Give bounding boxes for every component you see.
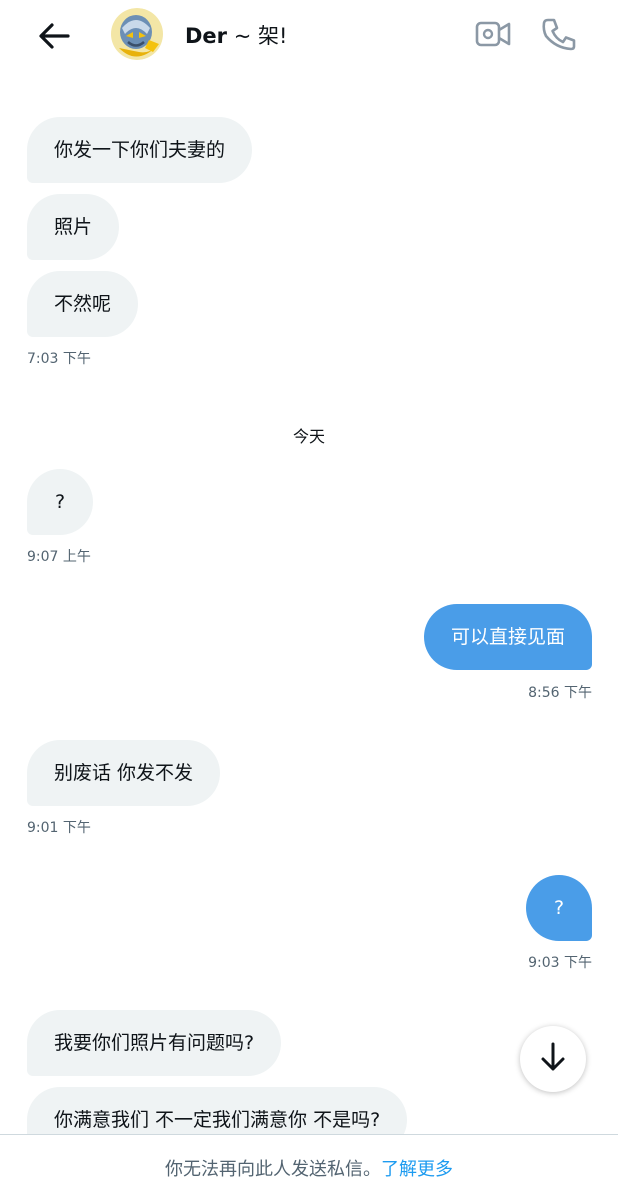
conversation-header: Der ~ 架! <box>0 0 618 72</box>
contact-name-suffix: ~ 架! <box>227 24 288 48</box>
back-arrow-icon[interactable] <box>34 18 74 54</box>
phone-icon[interactable] <box>540 16 578 52</box>
message-bubble-incoming[interactable]: 照片 <box>27 194 120 260</box>
message-bubble-incoming[interactable]: 不然呢 <box>27 271 139 337</box>
date-divider: 今天 <box>292 427 325 446</box>
message-timestamp: 9:01 下午 <box>27 820 91 836</box>
message-bubble-incoming[interactable]: 我要你们照片有问题吗? <box>27 1010 282 1076</box>
message-text: 可以直接见面 <box>450 626 565 648</box>
contact-name[interactable]: Der ~ 架! <box>185 22 287 50</box>
message-timestamp: 9:03 下午 <box>528 955 592 971</box>
dm-disabled-notice: 你无法再向此人发送私信。 了解更多 <box>0 1134 618 1201</box>
message-text: 照片 <box>54 216 93 238</box>
learn-more-link[interactable]: 了解更多 <box>381 1155 453 1181</box>
message-timestamp: 7:03 下午 <box>27 351 91 367</box>
scroll-to-bottom-button[interactable] <box>520 1026 586 1092</box>
message-text: 我要你们照片有问题吗? <box>54 1032 255 1054</box>
message-text: ? <box>54 491 66 513</box>
message-bubble-incoming[interactable]: 别废话 你发不发 <box>27 740 221 806</box>
notice-text: 你无法再向此人发送私信。 <box>165 1159 381 1180</box>
message-text: 不然呢 <box>54 293 112 315</box>
message-bubble-outgoing[interactable]: ? <box>526 875 592 941</box>
avatar[interactable] <box>109 8 165 60</box>
message-timestamp: 9:07 上午 <box>27 549 91 565</box>
message-bubble-outgoing[interactable]: 可以直接见面 <box>423 604 592 670</box>
contact-name-text: Der <box>185 24 228 48</box>
message-list[interactable]: 你发一下你们夫妻的 照片 不然呢 7:03 下午 今天 ? 9:07 上午 可以… <box>0 72 618 1153</box>
message-bubble-incoming[interactable]: 你发一下你们夫妻的 <box>27 117 253 183</box>
message-bubble-incoming[interactable]: ? <box>27 469 93 535</box>
message-text: 你发一下你们夫妻的 <box>54 139 226 161</box>
message-text: ? <box>553 897 565 919</box>
message-text: 别废话 你发不发 <box>54 762 194 784</box>
arrow-down-icon <box>538 1041 568 1077</box>
message-timestamp: 8:56 下午 <box>528 685 592 701</box>
message-text: 你满意我们 不一定我们满意你 不是吗? <box>54 1109 381 1131</box>
video-camera-icon[interactable] <box>474 18 512 50</box>
